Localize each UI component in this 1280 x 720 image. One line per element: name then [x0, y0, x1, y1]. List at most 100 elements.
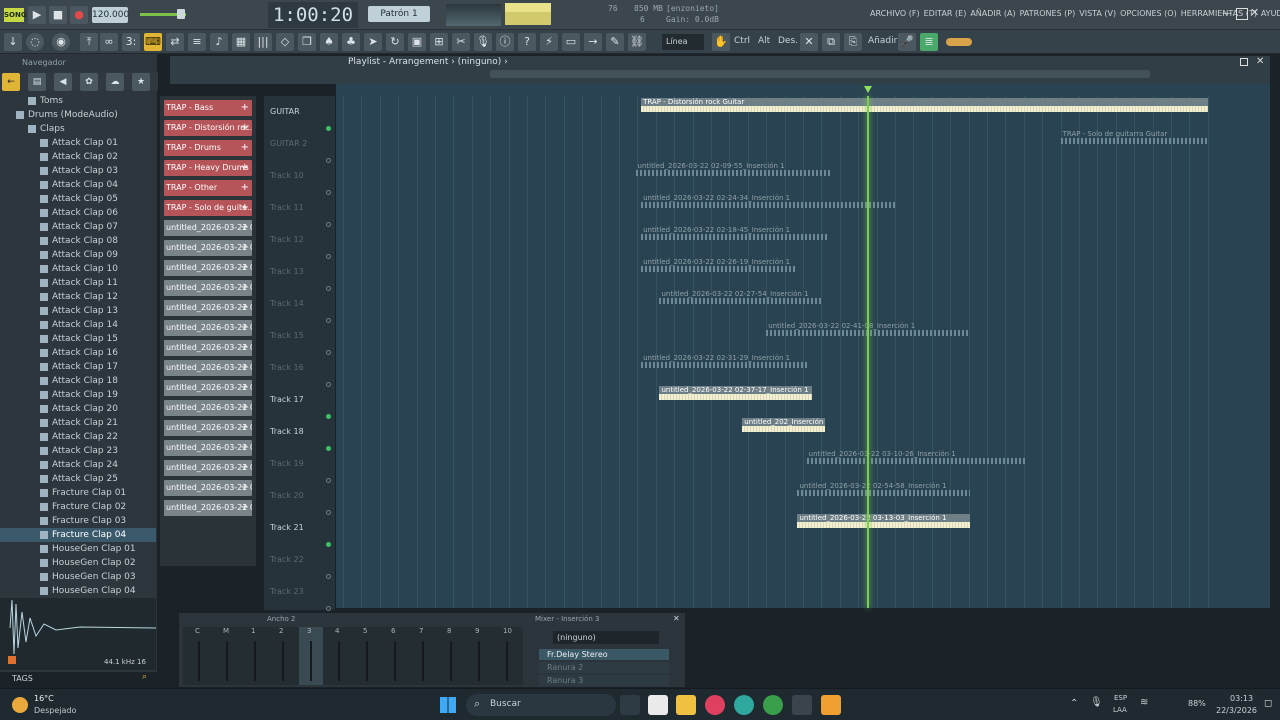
menu-item[interactable]: AYUDA: [1261, 9, 1280, 18]
browser-item[interactable]: Attack Clap 12: [0, 290, 156, 304]
pen-icon[interactable]: ✎: [606, 33, 624, 51]
menu-item[interactable]: ARCHIVO (F): [870, 9, 920, 18]
channel-button[interactable]: untitled_2026-03-22 02-...+: [164, 360, 252, 376]
browser-toggle-icon[interactable]: ↓: [4, 33, 22, 51]
track-name[interactable]: Track 10: [270, 171, 304, 180]
browser-tab-back-icon[interactable]: ◀: [54, 73, 72, 91]
channel-button[interactable]: TRAP - Heavy Drums +: [164, 160, 252, 176]
audio-clip[interactable]: TRAP - Distorsión rock Guitar: [641, 98, 1208, 112]
audio-clip[interactable]: TRAP - Solo de guitarra Guitar: [1060, 130, 1208, 144]
pattern-selector[interactable]: Patrón 1: [368, 6, 430, 22]
mixer-strip[interactable]: 1: [243, 627, 267, 685]
channel-add-icon[interactable]: +: [241, 200, 249, 216]
mixer-strip[interactable]: 4: [327, 627, 351, 685]
stop-button[interactable]: ■: [49, 6, 67, 24]
browser-item[interactable]: Attack Clap 02: [0, 150, 156, 164]
mixer-strip[interactable]: 3: [299, 627, 323, 685]
metronome-icon[interactable]: ◌: [26, 33, 44, 51]
browser-item[interactable]: Fracture Clap 02: [0, 500, 156, 514]
audio-clip[interactable]: untitled_2026-03-22 02-37-17_Inserción 1: [659, 386, 813, 400]
tags-search-icon[interactable]: ⌕: [142, 672, 147, 682]
channel-add-icon[interactable]: +: [241, 480, 249, 496]
mixer-fader[interactable]: [226, 641, 228, 681]
mixer-strip[interactable]: 2: [271, 627, 295, 685]
fx-slot-2[interactable]: Ranura 2: [539, 662, 669, 673]
channel-button[interactable]: TRAP - Bass +: [164, 100, 252, 116]
mixer-fader[interactable]: [422, 641, 424, 681]
chrome-icon[interactable]: [763, 695, 783, 715]
maximize-icon[interactable]: [1236, 8, 1248, 20]
mixer-fader[interactable]: [254, 641, 256, 681]
clock-date[interactable]: 22/3/2026: [1216, 706, 1257, 715]
channel-button[interactable]: untitled_2026-03-22 02-...+: [164, 320, 252, 336]
undo-icon[interactable]: ↻: [386, 33, 404, 51]
audio-clip[interactable]: untitled_2026-03-22 02-54-58_Inserción 1: [797, 482, 971, 496]
copy-icon[interactable]: ⧉: [822, 33, 840, 51]
step-edit-icon[interactable]: ⇄: [166, 33, 184, 51]
channel-button[interactable]: TRAP - Drums +: [164, 140, 252, 156]
track-name[interactable]: Track 13: [270, 267, 304, 276]
track-mute-led[interactable]: [326, 478, 331, 483]
cut-icon[interactable]: ✂: [452, 33, 470, 51]
track-mute-led[interactable]: [326, 190, 331, 195]
close-icon[interactable]: ✕: [1250, 6, 1262, 19]
browser-item[interactable]: Attack Clap 22: [0, 430, 156, 444]
task-view-icon[interactable]: [620, 695, 640, 715]
battery-level[interactable]: 88%: [1188, 699, 1206, 708]
track-mute-led[interactable]: [326, 382, 331, 387]
track-mute-led[interactable]: [326, 606, 331, 611]
browser-item[interactable]: HouseGen Clap 03: [0, 570, 156, 584]
alt-button[interactable]: Alt: [758, 36, 770, 46]
track-mute-led[interactable]: [326, 446, 331, 451]
audio-clip[interactable]: untitled_2026-03-22 03-10-26_Inserción 1: [806, 450, 1028, 464]
mixer-strip[interactable]: M: [215, 627, 239, 685]
track-name[interactable]: Track 22: [270, 555, 304, 564]
media-icon[interactable]: [705, 695, 725, 715]
snap-tool-icon[interactable]: ⤒: [80, 33, 98, 51]
mixer-strip[interactable]: 5: [355, 627, 379, 685]
save-icon[interactable]: ▣: [408, 33, 426, 51]
play-button[interactable]: ▶: [28, 6, 46, 24]
browser-item[interactable]: Fracture Clap 04: [0, 528, 156, 542]
track-name[interactable]: Track 23: [270, 587, 304, 596]
project-browser-icon[interactable]: ❒: [298, 33, 316, 51]
track-name[interactable]: Track 18: [270, 427, 304, 436]
mixer-fader[interactable]: [394, 641, 396, 681]
preview-play-icon[interactable]: [8, 656, 16, 664]
channel-add-icon[interactable]: +: [241, 100, 249, 116]
link-icon[interactable]: ⛓: [628, 33, 646, 51]
tool-icon[interactable]: ⚡: [540, 33, 558, 51]
track-mute-led[interactable]: [326, 542, 331, 547]
mixer-fader[interactable]: [506, 641, 508, 681]
playlist-maximize-icon[interactable]: [1240, 58, 1248, 66]
track-name[interactable]: Track 11: [270, 203, 304, 212]
audio-clip[interactable]: untitled_2026-03-22 03-13-03_Inserción 1: [797, 514, 971, 528]
info-icon[interactable]: ⓘ: [496, 33, 514, 51]
channel-button[interactable]: untitled_2026-03-22 02-...+: [164, 440, 252, 456]
mixer-fader[interactable]: [366, 641, 368, 681]
channel-add-icon[interactable]: +: [241, 260, 249, 276]
channel-add-icon[interactable]: +: [241, 280, 249, 296]
wait-icon[interactable]: ◉: [52, 33, 70, 51]
browser-item[interactable]: Fracture Clap 03: [0, 514, 156, 528]
playlist-close-icon[interactable]: ✕: [1256, 56, 1264, 67]
browser-item[interactable]: HouseGen Clap 02: [0, 556, 156, 570]
mixer-strip[interactable]: 7: [411, 627, 435, 685]
channel-button[interactable]: untitled_2026-03-22 02-...+: [164, 380, 252, 396]
mixer-fader[interactable]: [198, 641, 200, 681]
countdown-icon[interactable]: 3:: [122, 33, 140, 51]
browser-item[interactable]: Attack Clap 15: [0, 332, 156, 346]
sample-icon[interactable]: ♣: [342, 33, 360, 51]
browser-item[interactable]: Toms: [0, 94, 156, 108]
track-name[interactable]: Track 17: [270, 395, 304, 404]
audio-clip[interactable]: untitled_2026-03-22 02-26-19_Inserción 1: [641, 258, 798, 272]
snap-selector[interactable]: Línea: [662, 34, 704, 50]
mixer-fader[interactable]: [338, 641, 340, 681]
audio-clip[interactable]: untitled_202_Inserción 1: [742, 418, 826, 432]
track-name[interactable]: Track 15: [270, 331, 304, 340]
browser-item[interactable]: Attack Clap 16: [0, 346, 156, 360]
mixer-strip[interactable]: 8: [439, 627, 463, 685]
playhead-marker-icon[interactable]: [864, 86, 872, 93]
track-mute-led[interactable]: [326, 414, 331, 419]
track-mute-led[interactable]: [326, 126, 331, 131]
